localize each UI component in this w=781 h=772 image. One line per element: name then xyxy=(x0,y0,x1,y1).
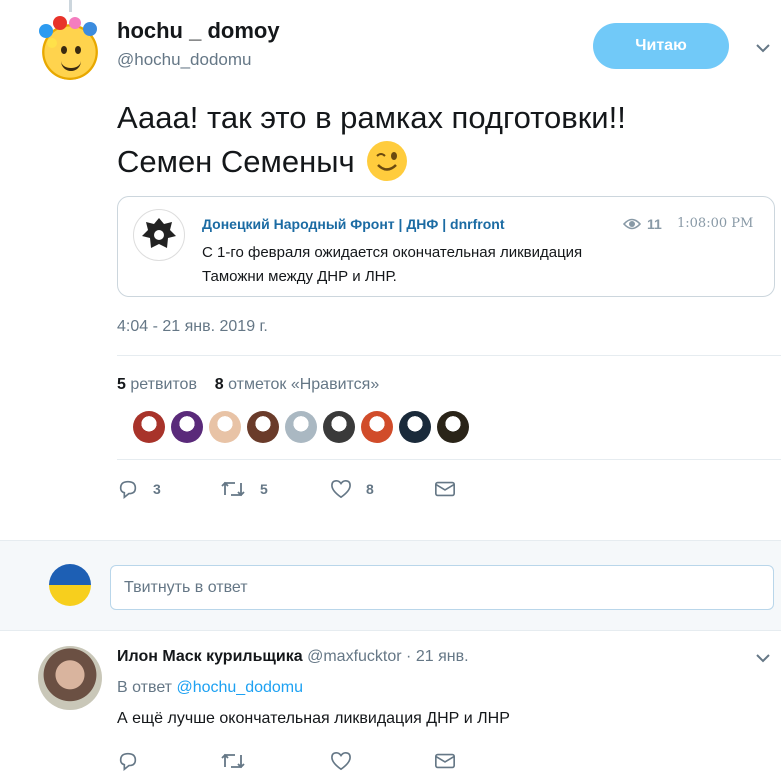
retweet-action[interactable]: 5 xyxy=(220,478,330,500)
reply-reply-icon[interactable] xyxy=(117,750,220,772)
reply-action[interactable]: 3 xyxy=(117,478,220,500)
reply-actions xyxy=(117,750,456,772)
quoted-author-avatar xyxy=(133,209,185,261)
wink-emoji-icon xyxy=(367,140,408,181)
liker-1-avatar[interactable] xyxy=(133,411,165,443)
tweet-text-line1: Аааа! так это в рамках подготовки!! xyxy=(117,100,626,135)
in-reply-prefix: В ответ xyxy=(117,679,173,696)
retweet-icon xyxy=(220,478,246,500)
retweets-count: 5 xyxy=(117,376,126,393)
author-name[interactable]: hochu _ domoy xyxy=(117,18,280,44)
reply-author-name[interactable]: Илон Маск курильщика xyxy=(117,648,303,665)
tweet-text-line2: Семен Семеныч xyxy=(117,144,355,179)
views-counter: 11 xyxy=(623,216,662,232)
quoted-text-line1: С 1-го февраля ожидается окончательная л… xyxy=(202,244,583,261)
divider xyxy=(117,459,781,460)
likes-count: 8 xyxy=(214,376,224,393)
like-count: 8 xyxy=(366,481,374,497)
likes-label: отметок «Нравится» xyxy=(228,376,380,393)
tweet-timestamp[interactable]: 4:04 - 21 янв. 2019 г. xyxy=(117,318,268,336)
reply-count: 3 xyxy=(153,481,161,497)
reply-time[interactable]: · 21 янв. xyxy=(406,648,468,665)
reply-envelope-icon[interactable] xyxy=(434,752,456,770)
quoted-author-name: Донецкий Народный Фронт | ДНФ | dnrfront xyxy=(202,216,505,232)
message-action[interactable] xyxy=(434,480,456,498)
liker-4-avatar[interactable] xyxy=(247,411,279,443)
reply-retweet-icon[interactable] xyxy=(220,750,330,772)
retweets-stat[interactable]: 5 ретвитов xyxy=(117,376,197,393)
liker-6-avatar[interactable] xyxy=(323,411,355,443)
quoted-time: 1:08:00 PM xyxy=(677,216,754,231)
divider xyxy=(117,355,781,356)
liker-3-avatar[interactable] xyxy=(209,411,241,443)
retweet-count: 5 xyxy=(260,481,268,497)
tweet-actions: 3 5 8 xyxy=(117,478,456,500)
liker-2-avatar[interactable] xyxy=(171,411,203,443)
liker-5-avatar[interactable] xyxy=(285,411,317,443)
reply-chevron-down-icon[interactable] xyxy=(755,650,771,666)
reply-header: Илон Маск курильщика @maxfucktor · 21 ян… xyxy=(117,648,469,666)
in-reply-to: В ответ @hochu_dodomu xyxy=(117,679,303,697)
views-count: 11 xyxy=(647,216,662,232)
heart-icon xyxy=(330,479,352,499)
author-avatar[interactable] xyxy=(39,16,101,80)
likers-avatars xyxy=(133,411,469,443)
chevron-down-icon[interactable] xyxy=(755,40,771,56)
thread-line xyxy=(69,0,72,12)
like-action[interactable]: 8 xyxy=(330,479,434,499)
tweet-text: Аааа! так это в рамках подготовки!! Семе… xyxy=(117,96,757,184)
reply-input[interactable] xyxy=(110,565,774,610)
eye-icon xyxy=(623,218,641,230)
reply-icon xyxy=(117,478,139,500)
reply-author-handle[interactable]: @maxfucktor xyxy=(307,648,401,665)
tweet-stats: 5 ретвитов 8 отметок «Нравится» xyxy=(117,376,379,394)
reply-author-avatar[interactable] xyxy=(38,646,102,710)
quoted-text: С 1-го февраля ожидается окончательная л… xyxy=(202,241,762,289)
in-reply-handle-link[interactable]: @hochu_dodomu xyxy=(176,679,303,696)
envelope-icon xyxy=(434,480,456,498)
quoted-tweet-card[interactable]: Донецкий Народный Фронт | ДНФ | dnrfront… xyxy=(117,196,775,297)
reply-composer xyxy=(0,540,781,631)
liker-7-avatar[interactable] xyxy=(361,411,393,443)
liker-8-avatar[interactable] xyxy=(399,411,431,443)
retweets-label: ретвитов xyxy=(130,376,197,393)
likes-stat[interactable]: 8 отметок «Нравится» xyxy=(215,376,380,393)
reply-text: А ещё лучше окончательная ликвидация ДНР… xyxy=(117,710,510,727)
reply-heart-icon[interactable] xyxy=(330,751,434,771)
follow-button[interactable]: Читаю xyxy=(593,23,729,69)
author-handle[interactable]: @hochu_dodomu xyxy=(117,50,251,70)
quoted-text-line2: Таможни между ДНР и ЛНР. xyxy=(202,268,397,285)
liker-9-avatar[interactable] xyxy=(437,411,469,443)
my-avatar-ukraine-flag[interactable] xyxy=(49,564,91,606)
